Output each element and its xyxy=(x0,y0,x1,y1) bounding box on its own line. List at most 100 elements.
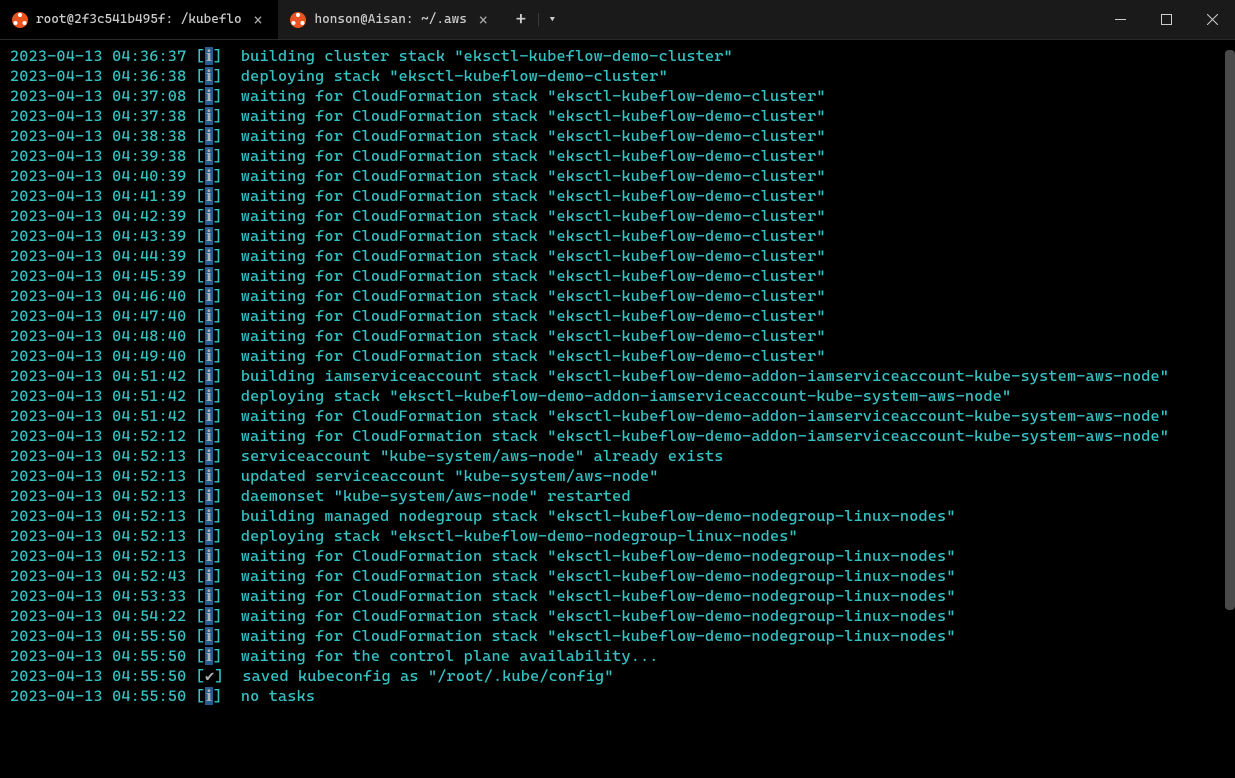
log-level: [ xyxy=(196,267,205,285)
log-timestamp: 2023-04-13 04:52:13 xyxy=(10,447,196,465)
log-message: waiting for CloudFormation stack "eksctl… xyxy=(241,607,956,625)
log-message: waiting for CloudFormation stack "eksctl… xyxy=(241,287,826,305)
log-message: building managed nodegroup stack "eksctl… xyxy=(241,507,956,525)
log-message: deploying stack "eksctl-kubeflow-demo-no… xyxy=(241,527,798,545)
log-level: [ xyxy=(196,527,205,545)
new-tab-button[interactable]: + xyxy=(504,9,539,30)
close-icon[interactable]: × xyxy=(475,9,492,31)
log-message: deploying stack "eksctl-kubeflow-demo-ad… xyxy=(241,387,1011,405)
log-level: [ xyxy=(196,187,205,205)
log-line: 2023-04-13 04:47:40 [ℹ] waiting for Clou… xyxy=(10,306,1225,326)
info-icon: ℹ xyxy=(205,447,213,465)
log-message: waiting for CloudFormation stack "eksctl… xyxy=(241,327,826,345)
log-level: [ xyxy=(196,387,205,405)
info-icon: ℹ xyxy=(205,427,213,445)
log-message: waiting for the control plane availabili… xyxy=(241,647,659,665)
log-level: [ xyxy=(196,567,205,585)
log-line: 2023-04-13 04:45:39 [ℹ] waiting for Clou… xyxy=(10,266,1225,286)
info-icon: ℹ xyxy=(205,127,213,145)
maximize-button[interactable] xyxy=(1143,0,1189,39)
log-level: [ xyxy=(196,467,205,485)
log-timestamp: 2023-04-13 04:51:42 xyxy=(10,367,196,385)
info-icon: ℹ xyxy=(205,147,213,165)
log-timestamp: 2023-04-13 04:53:33 xyxy=(10,587,196,605)
close-icon[interactable]: × xyxy=(250,9,267,31)
log-message: waiting for CloudFormation stack "eksctl… xyxy=(241,127,826,145)
log-line: 2023-04-13 04:52:13 [ℹ] serviceaccount "… xyxy=(10,446,1225,466)
log-level: [ xyxy=(196,87,205,105)
log-line: 2023-04-13 04:52:13 [ℹ] waiting for Clou… xyxy=(10,546,1225,566)
info-icon: ℹ xyxy=(205,247,213,265)
log-line: 2023-04-13 04:52:13 [ℹ] daemonset "kube-… xyxy=(10,486,1225,506)
log-line: 2023-04-13 04:46:40 [ℹ] waiting for Clou… xyxy=(10,286,1225,306)
info-icon: ℹ xyxy=(205,627,213,645)
log-message: building cluster stack "eksctl-kubeflow-… xyxy=(241,47,733,65)
info-icon: ℹ xyxy=(205,187,213,205)
log-line: 2023-04-13 04:51:42 [ℹ] waiting for Clou… xyxy=(10,406,1225,426)
log-timestamp: 2023-04-13 04:51:42 xyxy=(10,387,196,405)
info-icon: ℹ xyxy=(205,567,213,585)
log-timestamp: 2023-04-13 04:55:50 xyxy=(10,667,196,685)
log-level: [ xyxy=(196,207,205,225)
log-line: 2023-04-13 04:37:38 [ℹ] waiting for Clou… xyxy=(10,106,1225,126)
log-message: waiting for CloudFormation stack "eksctl… xyxy=(241,87,826,105)
log-message: waiting for CloudFormation stack "eksctl… xyxy=(241,307,826,325)
tab-active[interactable]: root@2f3c541b495f: /kubeflo × xyxy=(0,0,278,39)
scrollbar-thumb[interactable] xyxy=(1225,50,1235,610)
log-timestamp: 2023-04-13 04:36:38 xyxy=(10,67,196,85)
minimize-button[interactable] xyxy=(1097,0,1143,39)
log-timestamp: 2023-04-13 04:52:13 xyxy=(10,467,196,485)
log-timestamp: 2023-04-13 04:46:40 xyxy=(10,287,196,305)
info-icon: ℹ xyxy=(205,167,213,185)
log-line: 2023-04-13 04:43:39 [ℹ] waiting for Clou… xyxy=(10,226,1225,246)
info-icon: ℹ xyxy=(205,387,213,405)
close-button[interactable] xyxy=(1189,0,1235,39)
log-timestamp: 2023-04-13 04:52:12 xyxy=(10,427,196,445)
info-icon: ℹ xyxy=(205,87,213,105)
log-timestamp: 2023-04-13 04:40:39 xyxy=(10,167,196,185)
log-timestamp: 2023-04-13 04:36:37 xyxy=(10,47,196,65)
tab-inactive[interactable]: honson@Aisan: ~/.aws × xyxy=(278,0,503,39)
log-message: waiting for CloudFormation stack "eksctl… xyxy=(241,567,956,585)
log-timestamp: 2023-04-13 04:52:13 xyxy=(10,527,196,545)
log-line: 2023-04-13 04:48:40 [ℹ] waiting for Clou… xyxy=(10,326,1225,346)
log-message: waiting for CloudFormation stack "eksctl… xyxy=(241,167,826,185)
log-level: [ xyxy=(196,627,205,645)
log-level: [ xyxy=(196,367,205,385)
log-timestamp: 2023-04-13 04:39:38 xyxy=(10,147,196,165)
log-timestamp: 2023-04-13 04:47:40 xyxy=(10,307,196,325)
log-line: 2023-04-13 04:52:43 [ℹ] waiting for Clou… xyxy=(10,566,1225,586)
terminal-output[interactable]: 2023-04-13 04:36:37 [ℹ] building cluster… xyxy=(0,40,1235,712)
info-icon: ℹ xyxy=(205,527,213,545)
info-icon: ℹ xyxy=(205,307,213,325)
log-timestamp: 2023-04-13 04:52:13 xyxy=(10,487,196,505)
log-line: 2023-04-13 04:55:50 [ℹ] no tasks xyxy=(10,686,1225,706)
log-message: waiting for CloudFormation stack "eksctl… xyxy=(241,547,956,565)
log-timestamp: 2023-04-13 04:45:39 xyxy=(10,267,196,285)
log-level: [ xyxy=(196,587,205,605)
log-message: serviceaccount "kube-system/aws-node" al… xyxy=(241,447,724,465)
log-timestamp: 2023-04-13 04:38:38 xyxy=(10,127,196,145)
log-timestamp: 2023-04-13 04:41:39 xyxy=(10,187,196,205)
log-level: [ xyxy=(196,427,205,445)
log-level: [ xyxy=(196,167,205,185)
log-timestamp: 2023-04-13 04:52:43 xyxy=(10,567,196,585)
log-timestamp: 2023-04-13 04:55:50 xyxy=(10,627,196,645)
info-icon: ℹ xyxy=(205,107,213,125)
log-timestamp: 2023-04-13 04:55:50 xyxy=(10,647,196,665)
log-timestamp: 2023-04-13 04:51:42 xyxy=(10,407,196,425)
log-line: 2023-04-13 04:51:42 [ℹ] building iamserv… xyxy=(10,366,1225,386)
info-icon: ℹ xyxy=(205,587,213,605)
log-line: 2023-04-13 04:52:13 [ℹ] updated servicea… xyxy=(10,466,1225,486)
log-message: building iamserviceaccount stack "eksctl… xyxy=(241,367,1169,385)
log-line: 2023-04-13 04:40:39 [ℹ] waiting for Clou… xyxy=(10,166,1225,186)
info-icon: ℹ xyxy=(205,347,213,365)
log-message: waiting for CloudFormation stack "eksctl… xyxy=(241,227,826,245)
log-level: [ xyxy=(196,287,205,305)
tab-dropdown-button[interactable]: ▾ xyxy=(538,13,565,26)
info-icon: ℹ xyxy=(205,287,213,305)
log-timestamp: 2023-04-13 04:52:13 xyxy=(10,507,196,525)
log-message: waiting for CloudFormation stack "eksctl… xyxy=(241,587,956,605)
log-timestamp: 2023-04-13 04:49:40 xyxy=(10,347,196,365)
log-level: [ xyxy=(196,47,205,65)
